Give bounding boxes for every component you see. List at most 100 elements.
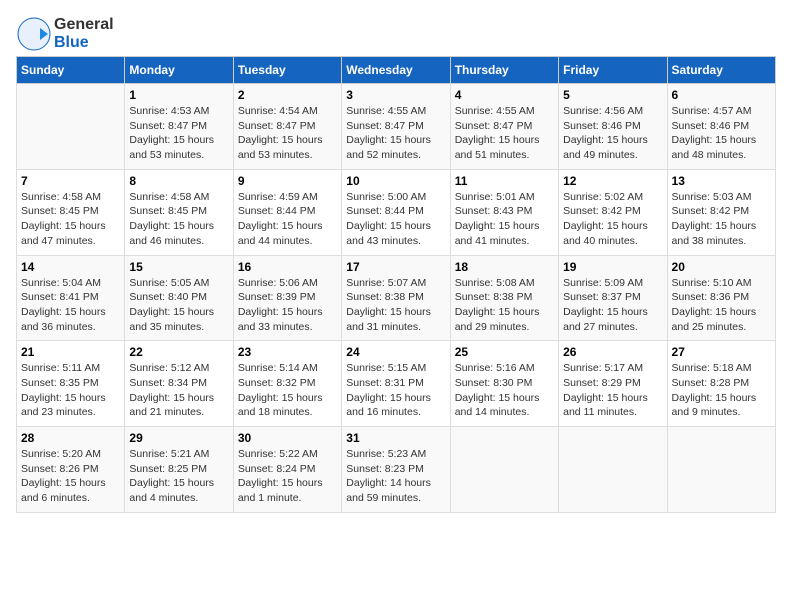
day-info: Sunrise: 5:06 AM Sunset: 8:39 PM Dayligh… bbox=[238, 276, 337, 335]
calendar-week-2: 7 Sunrise: 4:58 AM Sunset: 8:45 PM Daylig… bbox=[17, 169, 776, 255]
header-row: SundayMondayTuesdayWednesdayThursdayFrid… bbox=[17, 57, 776, 84]
day-number: 10 bbox=[346, 174, 445, 188]
day-number: 18 bbox=[455, 260, 554, 274]
day-info: Sunrise: 5:18 AM Sunset: 8:28 PM Dayligh… bbox=[672, 361, 771, 420]
calendar-cell bbox=[667, 427, 775, 513]
day-number: 3 bbox=[346, 88, 445, 102]
calendar-cell: 19 Sunrise: 5:09 AM Sunset: 8:37 PM Dayli… bbox=[559, 255, 667, 341]
day-info: Sunrise: 5:12 AM Sunset: 8:34 PM Dayligh… bbox=[129, 361, 228, 420]
day-number: 2 bbox=[238, 88, 337, 102]
calendar-cell: 28 Sunrise: 5:20 AM Sunset: 8:26 PM Dayli… bbox=[17, 427, 125, 513]
day-number: 21 bbox=[21, 345, 120, 359]
calendar-cell: 23 Sunrise: 5:14 AM Sunset: 8:32 PM Dayli… bbox=[233, 341, 341, 427]
calendar-cell bbox=[450, 427, 558, 513]
day-number: 1 bbox=[129, 88, 228, 102]
calendar-cell: 25 Sunrise: 5:16 AM Sunset: 8:30 PM Dayli… bbox=[450, 341, 558, 427]
day-info: Sunrise: 5:09 AM Sunset: 8:37 PM Dayligh… bbox=[563, 276, 662, 335]
day-info: Sunrise: 4:54 AM Sunset: 8:47 PM Dayligh… bbox=[238, 104, 337, 163]
calendar-cell: 29 Sunrise: 5:21 AM Sunset: 8:25 PM Dayli… bbox=[125, 427, 233, 513]
header-cell-sunday: Sunday bbox=[17, 57, 125, 84]
day-number: 4 bbox=[455, 88, 554, 102]
day-number: 26 bbox=[563, 345, 662, 359]
day-number: 28 bbox=[21, 431, 120, 445]
day-number: 23 bbox=[238, 345, 337, 359]
day-number: 24 bbox=[346, 345, 445, 359]
calendar-cell: 5Sunrise: 4:56 AM Sunset: 8:46 PM Daylig… bbox=[559, 84, 667, 170]
day-number: 12 bbox=[563, 174, 662, 188]
day-info: Sunrise: 5:05 AM Sunset: 8:40 PM Dayligh… bbox=[129, 276, 228, 335]
day-number: 31 bbox=[346, 431, 445, 445]
day-info: Sunrise: 5:08 AM Sunset: 8:38 PM Dayligh… bbox=[455, 276, 554, 335]
calendar-cell: 2 Sunrise: 4:54 AM Sunset: 8:47 PM Daylig… bbox=[233, 84, 341, 170]
calendar-cell: 26 Sunrise: 5:17 AM Sunset: 8:29 PM Dayli… bbox=[559, 341, 667, 427]
calendar-cell bbox=[559, 427, 667, 513]
day-info: Sunrise: 5:22 AM Sunset: 8:24 PM Dayligh… bbox=[238, 447, 337, 506]
calendar-week-4: 21 Sunrise: 5:11 AM Sunset: 8:35 PM Dayli… bbox=[17, 341, 776, 427]
day-info: Sunrise: 4:53 AM Sunset: 8:47 PM Dayligh… bbox=[129, 104, 228, 163]
calendar-week-1: 1 Sunrise: 4:53 AM Sunset: 8:47 PM Daylig… bbox=[17, 84, 776, 170]
day-number: 5 bbox=[563, 88, 662, 102]
day-number: 30 bbox=[238, 431, 337, 445]
calendar-cell: 8Sunrise: 4:58 AM Sunset: 8:45 PM Daylig… bbox=[125, 169, 233, 255]
day-info: Sunrise: 4:58 AM Sunset: 8:45 PM Dayligh… bbox=[21, 190, 120, 249]
day-info: Sunrise: 5:23 AM Sunset: 8:23 PM Dayligh… bbox=[346, 447, 445, 506]
header-cell-friday: Friday bbox=[559, 57, 667, 84]
header-cell-monday: Monday bbox=[125, 57, 233, 84]
day-info: Sunrise: 4:55 AM Sunset: 8:47 PM Dayligh… bbox=[455, 104, 554, 163]
day-info: Sunrise: 5:20 AM Sunset: 8:26 PM Dayligh… bbox=[21, 447, 120, 506]
calendar-cell: 15 Sunrise: 5:05 AM Sunset: 8:40 PM Dayli… bbox=[125, 255, 233, 341]
day-info: Sunrise: 5:14 AM Sunset: 8:32 PM Dayligh… bbox=[238, 361, 337, 420]
calendar-cell: 4 Sunrise: 4:55 AM Sunset: 8:47 PM Daylig… bbox=[450, 84, 558, 170]
calendar-body: 1 Sunrise: 4:53 AM Sunset: 8:47 PM Daylig… bbox=[17, 84, 776, 513]
header-cell-saturday: Saturday bbox=[667, 57, 775, 84]
day-info: Sunrise: 5:21 AM Sunset: 8:25 PM Dayligh… bbox=[129, 447, 228, 506]
calendar-cell: 20 Sunrise: 5:10 AM Sunset: 8:36 PM Dayli… bbox=[667, 255, 775, 341]
day-number: 29 bbox=[129, 431, 228, 445]
calendar-header: SundayMondayTuesdayWednesdayThursdayFrid… bbox=[17, 57, 776, 84]
calendar-cell: 22Sunrise: 5:12 AM Sunset: 8:34 PM Dayli… bbox=[125, 341, 233, 427]
day-info: Sunrise: 4:55 AM Sunset: 8:47 PM Dayligh… bbox=[346, 104, 445, 163]
day-number: 14 bbox=[21, 260, 120, 274]
day-number: 25 bbox=[455, 345, 554, 359]
header-cell-wednesday: Wednesday bbox=[342, 57, 450, 84]
day-info: Sunrise: 4:58 AM Sunset: 8:45 PM Dayligh… bbox=[129, 190, 228, 249]
day-number: 7 bbox=[21, 174, 120, 188]
logo: General Blue bbox=[16, 16, 114, 52]
calendar-cell: 27 Sunrise: 5:18 AM Sunset: 8:28 PM Dayli… bbox=[667, 341, 775, 427]
calendar-cell: 16 Sunrise: 5:06 AM Sunset: 8:39 PM Dayli… bbox=[233, 255, 341, 341]
calendar-cell: 18 Sunrise: 5:08 AM Sunset: 8:38 PM Dayli… bbox=[450, 255, 558, 341]
day-info: Sunrise: 4:57 AM Sunset: 8:46 PM Dayligh… bbox=[672, 104, 771, 163]
day-info: Sunrise: 4:59 AM Sunset: 8:44 PM Dayligh… bbox=[238, 190, 337, 249]
day-info: Sunrise: 5:07 AM Sunset: 8:38 PM Dayligh… bbox=[346, 276, 445, 335]
day-info: Sunrise: 5:11 AM Sunset: 8:35 PM Dayligh… bbox=[21, 361, 120, 420]
calendar-cell: 13Sunrise: 5:03 AM Sunset: 8:42 PM Dayli… bbox=[667, 169, 775, 255]
header-cell-thursday: Thursday bbox=[450, 57, 558, 84]
calendar-cell: 3 Sunrise: 4:55 AM Sunset: 8:47 PM Daylig… bbox=[342, 84, 450, 170]
day-info: Sunrise: 5:15 AM Sunset: 8:31 PM Dayligh… bbox=[346, 361, 445, 420]
day-info: Sunrise: 5:10 AM Sunset: 8:36 PM Dayligh… bbox=[672, 276, 771, 335]
calendar-cell: 17 Sunrise: 5:07 AM Sunset: 8:38 PM Dayli… bbox=[342, 255, 450, 341]
calendar-week-5: 28 Sunrise: 5:20 AM Sunset: 8:26 PM Dayli… bbox=[17, 427, 776, 513]
day-number: 19 bbox=[563, 260, 662, 274]
header-cell-tuesday: Tuesday bbox=[233, 57, 341, 84]
calendar-cell: 30 Sunrise: 5:22 AM Sunset: 8:24 PM Dayli… bbox=[233, 427, 341, 513]
day-number: 17 bbox=[346, 260, 445, 274]
day-info: Sunrise: 5:17 AM Sunset: 8:29 PM Dayligh… bbox=[563, 361, 662, 420]
day-number: 9 bbox=[238, 174, 337, 188]
calendar-cell: 21 Sunrise: 5:11 AM Sunset: 8:35 PM Dayli… bbox=[17, 341, 125, 427]
calendar-cell: 10Sunrise: 5:00 AM Sunset: 8:44 PM Dayli… bbox=[342, 169, 450, 255]
calendar-table: SundayMondayTuesdayWednesdayThursdayFrid… bbox=[16, 56, 776, 513]
day-number: 16 bbox=[238, 260, 337, 274]
calendar-cell: 14Sunrise: 5:04 AM Sunset: 8:41 PM Dayli… bbox=[17, 255, 125, 341]
day-info: Sunrise: 5:03 AM Sunset: 8:42 PM Dayligh… bbox=[672, 190, 771, 249]
day-number: 11 bbox=[455, 174, 554, 188]
day-number: 20 bbox=[672, 260, 771, 274]
calendar-cell: 31 Sunrise: 5:23 AM Sunset: 8:23 PM Dayli… bbox=[342, 427, 450, 513]
calendar-cell: 6Sunrise: 4:57 AM Sunset: 8:46 PM Daylig… bbox=[667, 84, 775, 170]
calendar-cell: 1 Sunrise: 4:53 AM Sunset: 8:47 PM Daylig… bbox=[125, 84, 233, 170]
day-number: 27 bbox=[672, 345, 771, 359]
day-number: 15 bbox=[129, 260, 228, 274]
day-info: Sunrise: 5:16 AM Sunset: 8:30 PM Dayligh… bbox=[455, 361, 554, 420]
calendar-cell: 24 Sunrise: 5:15 AM Sunset: 8:31 PM Dayli… bbox=[342, 341, 450, 427]
calendar-cell: 7 Sunrise: 4:58 AM Sunset: 8:45 PM Daylig… bbox=[17, 169, 125, 255]
